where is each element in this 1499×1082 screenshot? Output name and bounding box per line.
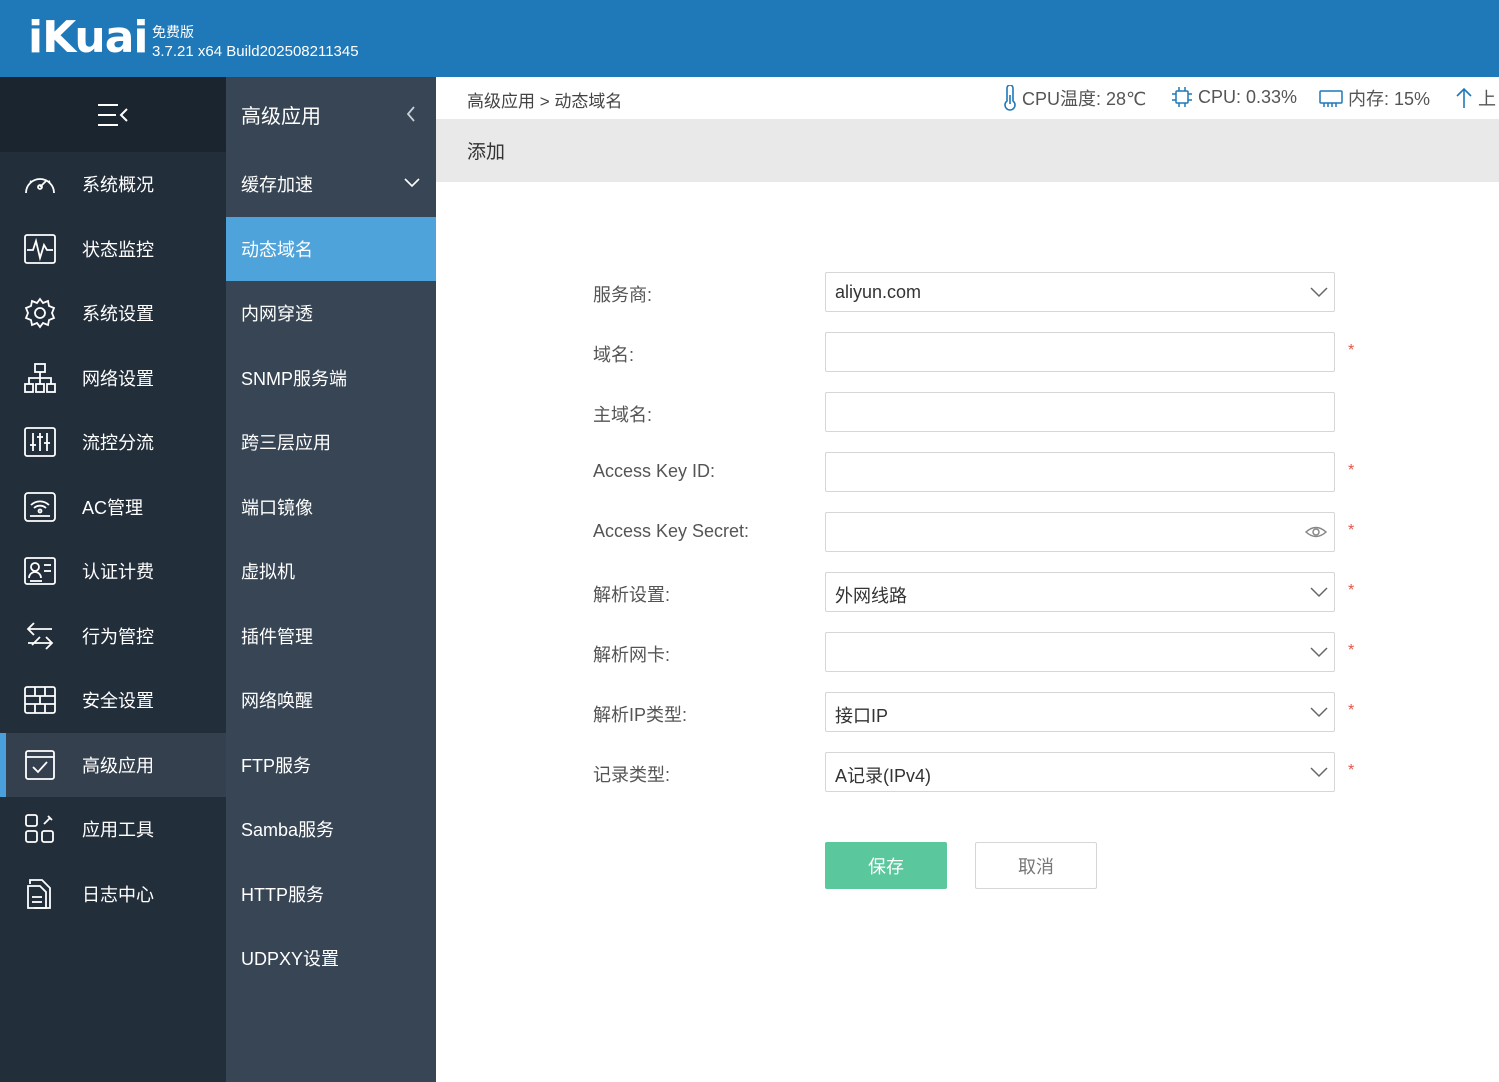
cpu-usage: CPU: 0.33%	[1170, 85, 1297, 109]
required-mark: *	[1348, 342, 1355, 359]
required-mark: *	[1348, 582, 1355, 599]
access-key-secret-label: Access Key Secret:	[593, 521, 750, 541]
required-mark: *	[1348, 462, 1355, 479]
domain-row: 域名: *	[0, 332, 1499, 372]
cpu-chip-icon	[1172, 87, 1192, 107]
memory-icon	[1319, 90, 1343, 107]
log-file-icon	[27, 878, 51, 909]
status-bar: 高级应用 > 动态域名 CPU温度: 28℃ CPU: 0.33% 内存: 15…	[436, 77, 1499, 119]
required-mark: *	[1348, 702, 1355, 719]
app-header: iKuai 免费版 3.7.21 x64 Build202508211345	[0, 0, 1499, 77]
cancel-button[interactable]: 取消	[975, 842, 1097, 889]
domain-label: 域名:	[593, 345, 635, 365]
provider-label: 服务商:	[593, 285, 653, 305]
submenu-item-cache-acceleration[interactable]: 缓存加速	[226, 152, 436, 217]
record-type-select[interactable]: A记录(IPv4)	[825, 752, 1335, 792]
collapse-menu-icon	[98, 103, 128, 126]
chevron-down-icon	[1310, 707, 1328, 718]
submenu-item-udpxy[interactable]: UDPXY设置	[226, 926, 436, 991]
provider-row: 服务商: aliyun.com	[0, 272, 1499, 312]
required-mark: *	[1348, 642, 1355, 659]
domain-input[interactable]	[825, 332, 1335, 372]
arrow-up-icon	[1456, 87, 1472, 108]
breadcrumb: 高级应用 > 动态域名	[467, 92, 623, 111]
cpu-temperature: CPU温度: 28℃	[1002, 85, 1146, 111]
chevron-down-icon	[404, 178, 420, 188]
main-domain-input[interactable]	[825, 392, 1335, 432]
ikuai-logo: iKuai	[28, 12, 149, 63]
access-key-id-row: Access Key ID: *	[0, 452, 1499, 492]
sidebar-item-app-tools[interactable]: 应用工具	[0, 797, 226, 862]
section-header: 添加	[436, 119, 1499, 182]
submenu-item-http[interactable]: HTTP服务	[226, 862, 436, 927]
resolve-nic-label: 解析网卡:	[593, 645, 671, 665]
submenu-title: 高级应用	[241, 106, 321, 128]
section-title: 添加	[467, 142, 506, 163]
chevron-down-icon	[1310, 587, 1328, 598]
memory-usage: 内存: 15%	[1318, 85, 1430, 111]
sidebar-item-log-center[interactable]: 日志中心	[0, 862, 226, 927]
access-key-id-label: Access Key ID:	[593, 461, 716, 481]
sidebar-item-system-overview[interactable]: 系统概况	[0, 152, 226, 217]
access-key-id-input[interactable]	[825, 452, 1335, 492]
provider-select[interactable]: aliyun.com	[825, 272, 1335, 312]
resolve-ip-type-label: 解析IP类型:	[593, 705, 688, 725]
access-key-secret-input[interactable]	[825, 512, 1335, 552]
app-grid-icon	[25, 814, 54, 844]
save-button[interactable]: 保存	[825, 842, 947, 889]
main-domain-label: 主域名:	[593, 405, 653, 425]
resolve-nic-row: 解析网卡: *	[0, 632, 1499, 672]
required-mark: *	[1348, 762, 1355, 779]
thermometer-icon	[1004, 85, 1016, 111]
version-label: 3.7.21 x64 Build202508211345	[152, 43, 359, 60]
resolve-nic-select[interactable]	[825, 632, 1335, 672]
resolve-ip-type-row: 解析IP类型: 接口IP *	[0, 692, 1499, 732]
pulse-monitor-icon	[24, 233, 56, 264]
sidebar-collapse-button[interactable]	[0, 77, 226, 152]
chevron-left-icon[interactable]	[404, 104, 418, 124]
main-domain-row: 主域名:	[0, 392, 1499, 432]
chevron-down-icon	[1310, 287, 1328, 298]
submenu-header: 高级应用	[226, 77, 436, 152]
submenu-item-samba[interactable]: Samba服务	[226, 797, 436, 862]
chevron-down-icon	[1310, 647, 1328, 658]
resolve-setting-row: 解析设置: 外网线路 *	[0, 572, 1499, 612]
resolve-ip-type-select[interactable]: 接口IP	[825, 692, 1335, 732]
upload-rate: 上	[1454, 85, 1496, 111]
dashboard-icon	[25, 178, 55, 194]
required-mark: *	[1348, 522, 1355, 539]
record-type-row: 记录类型: A记录(IPv4) *	[0, 752, 1499, 792]
eye-icon[interactable]	[1304, 523, 1328, 541]
resolve-setting-label: 解析设置:	[593, 585, 671, 605]
access-key-secret-row: Access Key Secret: *	[0, 512, 1499, 552]
record-type-label: 记录类型:	[593, 765, 671, 785]
chevron-down-icon	[1310, 767, 1328, 778]
edition-label: 免费版	[152, 24, 194, 40]
resolve-setting-select[interactable]: 外网线路	[825, 572, 1335, 612]
